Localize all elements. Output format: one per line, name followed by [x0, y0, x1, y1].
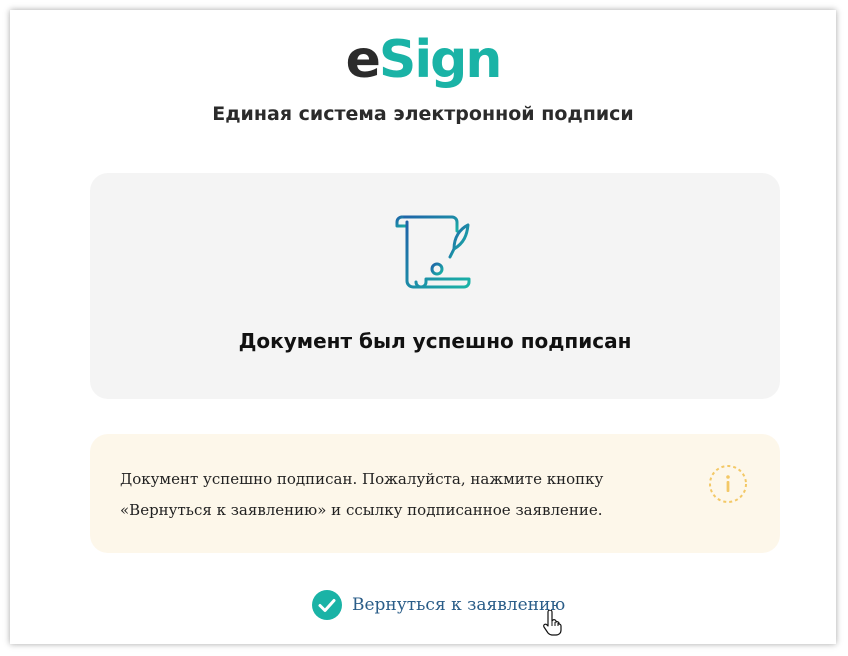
- esign-logo: eSign: [10, 32, 836, 88]
- status-title: Документ был успешно подписан: [238, 329, 632, 353]
- info-icon: [709, 465, 747, 503]
- back-link-label: Вернуться к заявлению: [352, 595, 566, 615]
- page-frame: eSign Единая система электронной подписи: [10, 10, 836, 644]
- back-to-application-link[interactable]: Вернуться к заявлению: [312, 589, 565, 621]
- notice-box: Документ успешно подписан. Пожалуйста, н…: [90, 434, 780, 553]
- page-subtitle: Единая система электронной подписи: [212, 103, 634, 125]
- logo-e: e: [345, 30, 381, 90]
- hand-cursor-icon: [543, 610, 562, 636]
- status-card: Документ был успешно подписан: [90, 173, 780, 399]
- signed-document-icon: [395, 215, 471, 289]
- check-circle-icon: [312, 590, 342, 620]
- notice-text: Документ успешно подписан. Пожалуйста, н…: [120, 470, 604, 519]
- logo-sign: Sign: [378, 30, 503, 90]
